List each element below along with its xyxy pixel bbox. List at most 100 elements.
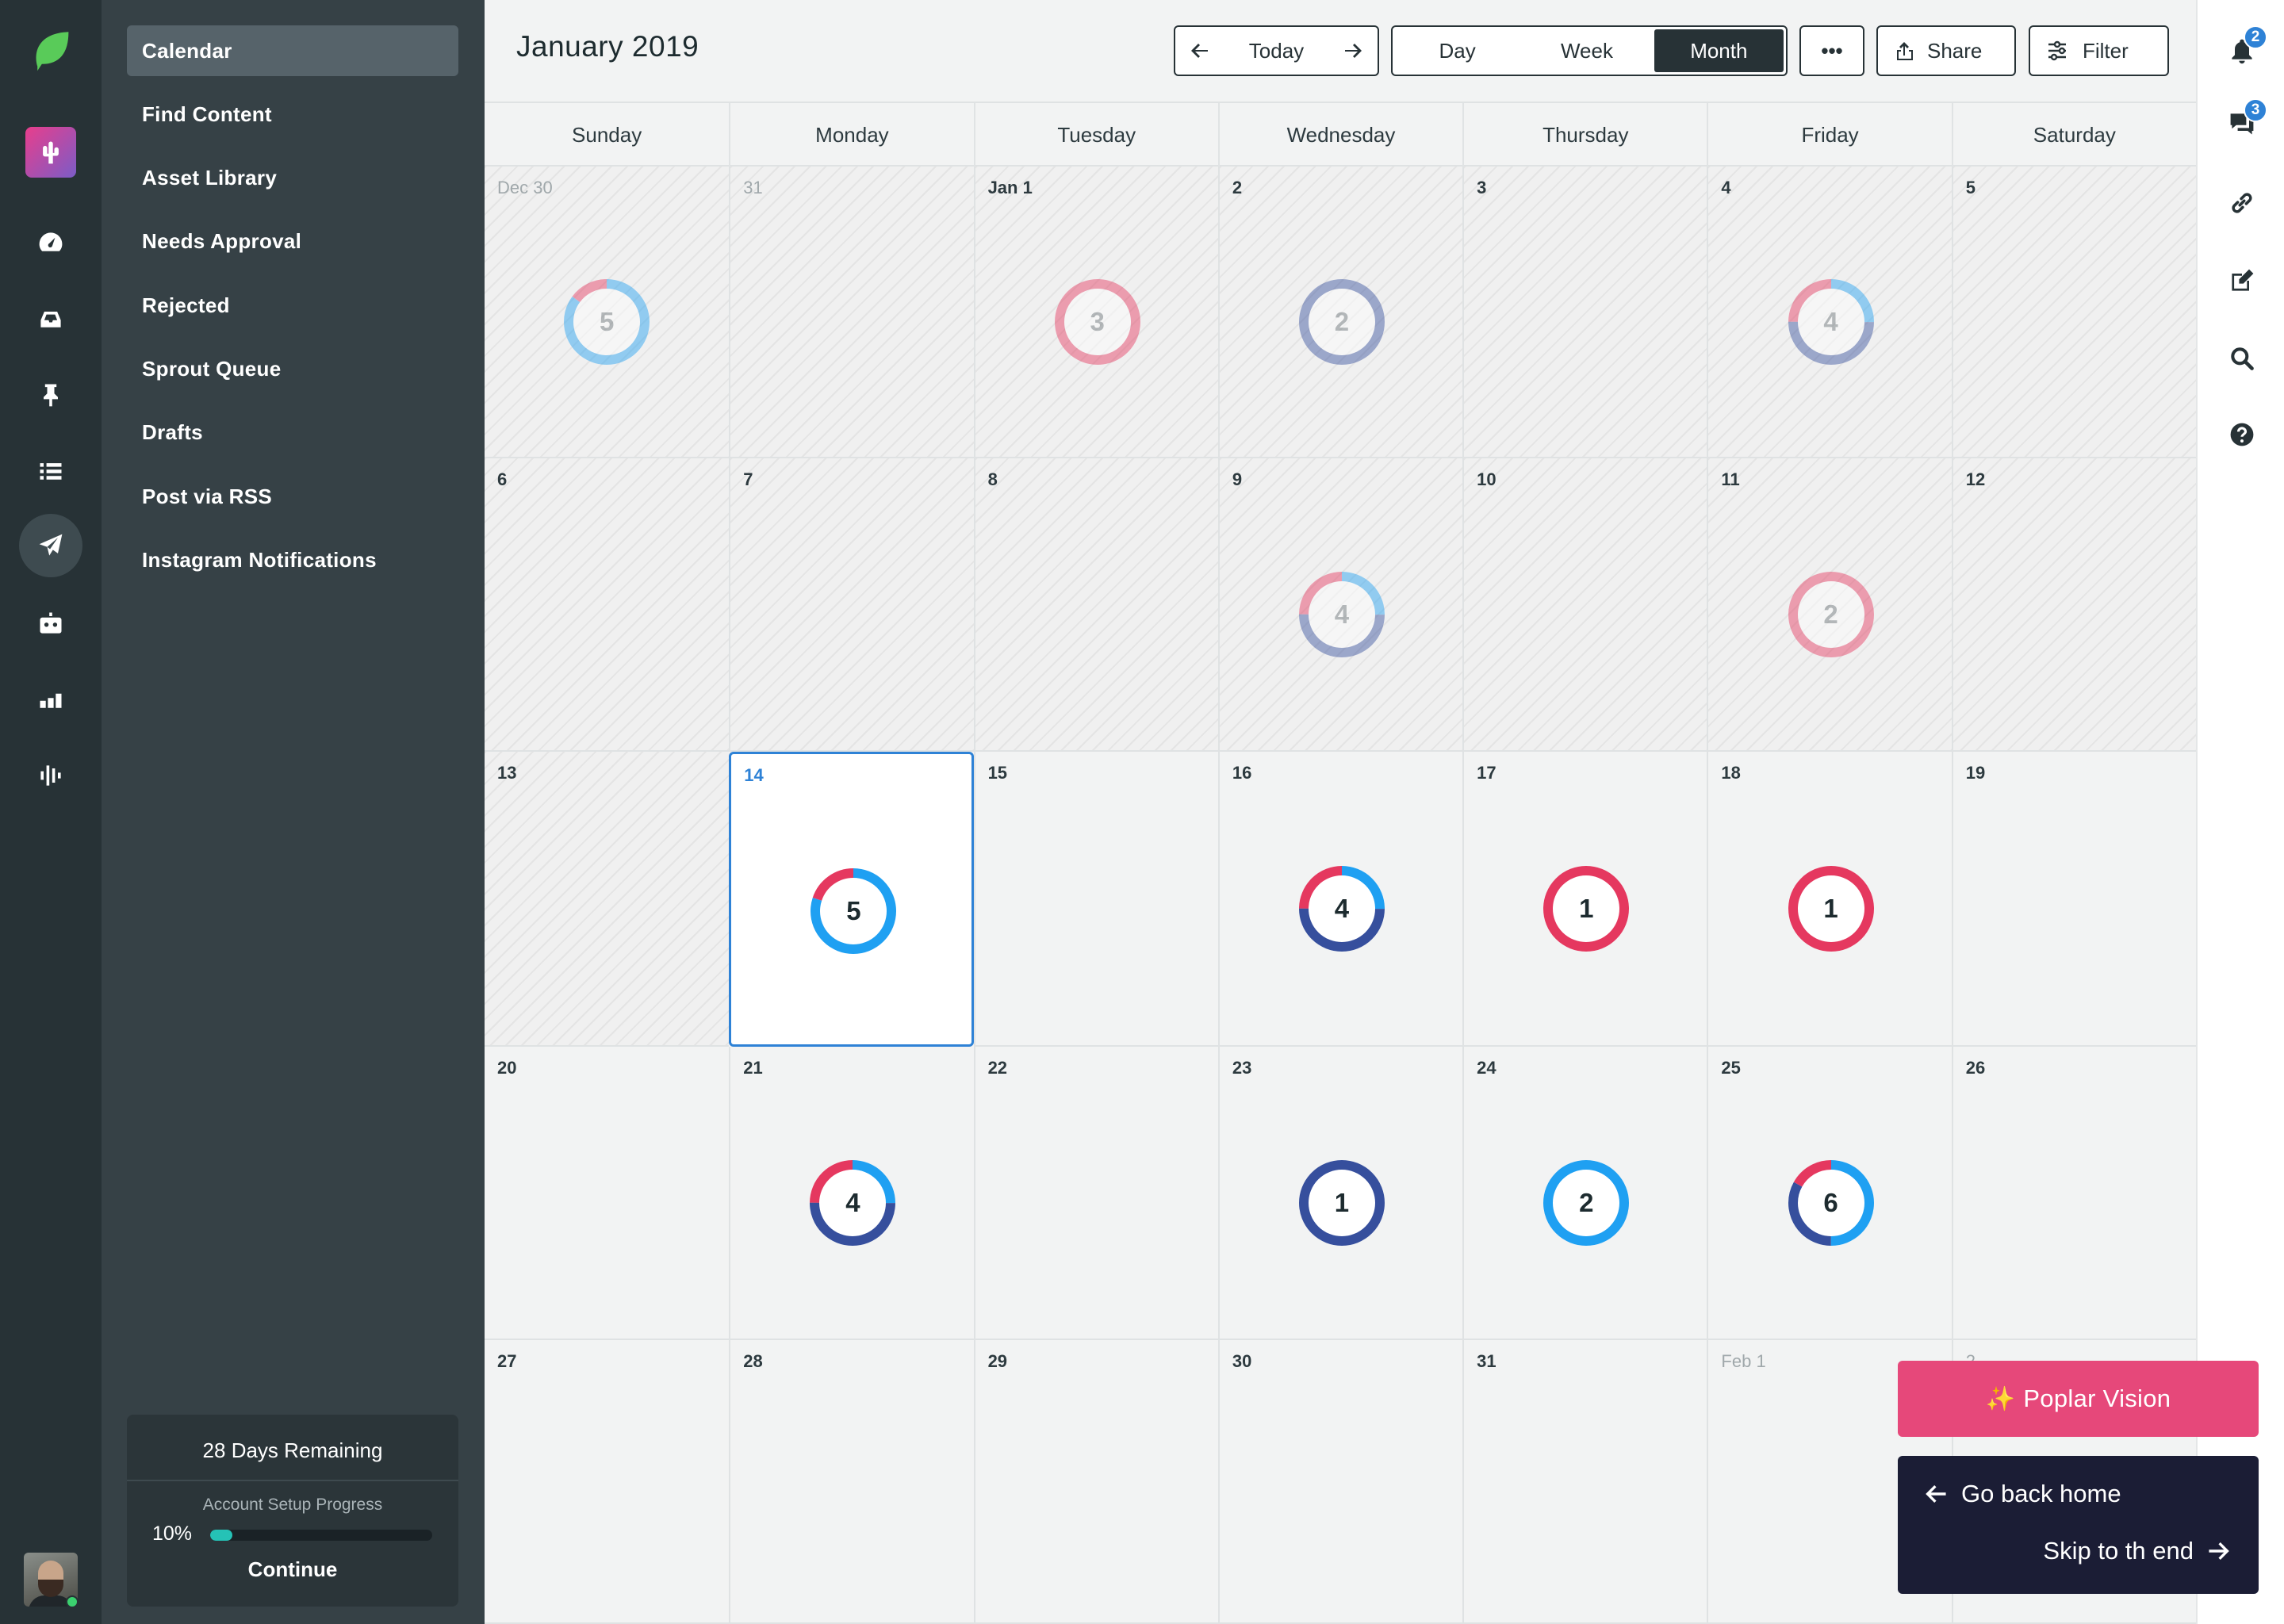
nav-item-post-via-rss[interactable]: Post via RSS (127, 471, 458, 522)
calendar-day-cell[interactable]: 10 (1462, 458, 1707, 752)
share-button[interactable]: Share (1876, 25, 2016, 76)
calendar-day-cell[interactable]: 25 6 (1707, 1047, 1952, 1340)
calendar-day-cell[interactable]: 29 (973, 1340, 1218, 1624)
post-count-ring[interactable]: 2 (1540, 1157, 1632, 1249)
calendar-day-cell[interactable]: 24 2 (1462, 1047, 1707, 1340)
day-number: 14 (744, 765, 764, 785)
today-button[interactable]: Today (1224, 39, 1328, 63)
skip-to-end-button[interactable]: Skip to th end (2043, 1537, 2232, 1565)
setup-progress-percent: 10% (152, 1522, 193, 1545)
view-week-button[interactable]: Week (1522, 27, 1651, 75)
poplar-vision-label: Poplar Vision (2023, 1385, 2171, 1412)
inbox-icon[interactable] (19, 287, 82, 350)
day-number: 30 (1232, 1351, 1252, 1371)
post-count-ring[interactable]: 1 (1296, 1157, 1388, 1249)
calendar-day-cell[interactable]: 12 (1951, 458, 2196, 752)
post-count-ring[interactable]: 2 (1785, 569, 1877, 661)
post-count-ring[interactable]: 5 (561, 276, 653, 368)
weekday-thursday: Thursday (1462, 103, 1707, 167)
day-number: 23 (1232, 1058, 1252, 1078)
search-button[interactable] (2226, 343, 2258, 374)
nav-item-drafts[interactable]: Drafts (127, 408, 458, 458)
list-icon[interactable] (19, 439, 82, 503)
calendar-day-cell[interactable]: 13 (485, 752, 730, 1047)
post-count-ring[interactable]: 3 (1052, 276, 1144, 368)
post-count-ring[interactable]: 2 (1296, 276, 1388, 368)
post-count-ring[interactable]: 4 (1785, 276, 1877, 368)
calendar-day-cell[interactable]: 19 (1951, 752, 2196, 1047)
post-count-ring[interactable]: 1 (1540, 863, 1632, 955)
go-back-home-button[interactable]: Go back home (1923, 1480, 2121, 1508)
poplar-vision-button[interactable]: ✨ Poplar Vision (1898, 1361, 2259, 1437)
post-count: 4 (1334, 894, 1350, 923)
next-button[interactable] (1328, 27, 1378, 75)
post-count-ring[interactable]: 4 (807, 1157, 899, 1249)
calendar-day-cell[interactable]: 14 5 (729, 752, 974, 1047)
post-count-ring[interactable]: 4 (1296, 569, 1388, 661)
post-count: 4 (1823, 307, 1838, 336)
calendar-day-cell[interactable]: 31 (729, 167, 974, 458)
calendar-day-cell[interactable]: 18 1 (1707, 752, 1952, 1047)
filter-button[interactable]: Filter (2029, 25, 2169, 76)
notifications-button[interactable]: 2 (2226, 25, 2267, 67)
post-count-ring[interactable]: 6 (1785, 1157, 1877, 1249)
calendar-day-cell[interactable]: 8 (973, 458, 1218, 752)
calendar-day-cell[interactable]: 26 (1951, 1047, 2196, 1340)
nav-item-calendar[interactable]: Calendar (127, 25, 458, 76)
compose-button[interactable] (2226, 265, 2258, 297)
pin-icon[interactable] (19, 363, 82, 427)
calendar-day-cell[interactable]: 23 1 (1217, 1047, 1463, 1340)
day-number: 4 (1721, 178, 1731, 197)
calendar-day-cell[interactable]: 28 (729, 1340, 974, 1624)
days-remaining: 28 Days Remaining (202, 1438, 383, 1462)
calendar-day-cell[interactable]: 11 2 (1707, 458, 1952, 752)
bot-icon[interactable] (19, 592, 82, 655)
nav-item-find-content[interactable]: Find Content (127, 89, 458, 140)
publishing-icon[interactable] (19, 514, 82, 577)
calendar-day-cell[interactable]: Dec 30 5 (485, 167, 730, 458)
reports-icon[interactable] (19, 668, 82, 731)
nav-item-instagram-notifications[interactable]: Instagram Notifications (127, 534, 458, 585)
previous-button[interactable] (1175, 27, 1224, 75)
listening-icon[interactable] (19, 744, 82, 807)
calendar-day-cell[interactable]: 6 (485, 458, 730, 752)
help-button[interactable] (2226, 419, 2258, 450)
view-switcher: Day Week Month (1391, 25, 1788, 76)
calendar-day-cell[interactable]: 5 (1951, 167, 2196, 458)
cactus-app-icon[interactable] (19, 121, 82, 184)
day-number: Feb 1 (1721, 1351, 1766, 1371)
calendar-day-cell[interactable]: 21 4 (729, 1047, 974, 1340)
continue-button[interactable]: Continue (127, 1557, 458, 1582)
post-count-ring[interactable]: 4 (1296, 863, 1388, 955)
messages-button[interactable]: 3 (2226, 98, 2267, 140)
calendar-day-cell[interactable]: 17 1 (1462, 752, 1707, 1047)
calendar-day-cell[interactable]: 27 (485, 1340, 730, 1624)
calendar-day-cell[interactable]: 22 (1217, 167, 1463, 458)
nav-item-asset-library[interactable]: Asset Library (127, 153, 458, 204)
calendar-day-cell[interactable]: 22 (973, 1047, 1218, 1340)
nav-item-needs-approval[interactable]: Needs Approval (127, 216, 458, 267)
calendar-day-cell[interactable]: 3 (1462, 167, 1707, 458)
calendar-day-cell[interactable]: Jan 1 3 (973, 167, 1218, 458)
post-count-ring[interactable]: 5 (807, 865, 899, 957)
more-options-button[interactable]: ••• (1799, 25, 1864, 76)
nav-item-rejected[interactable]: Rejected (127, 280, 458, 331)
nav-item-sprout-queue[interactable]: Sprout Queue (127, 344, 458, 395)
calendar-day-cell[interactable]: 94 (1217, 458, 1463, 752)
calendar-day-cell[interactable]: 16 4 (1217, 752, 1463, 1047)
post-count: 2 (1579, 1188, 1594, 1217)
calendar-day-cell[interactable]: 7 (729, 458, 974, 752)
day-number: 21 (743, 1058, 763, 1078)
view-month-button[interactable]: Month (1654, 29, 1784, 72)
view-day-button[interactable]: Day (1393, 27, 1522, 75)
calendar-day-cell[interactable]: 15 (973, 752, 1218, 1047)
link-button[interactable] (2226, 187, 2258, 219)
calendar-day-cell[interactable]: 30 (1217, 1340, 1463, 1624)
calendar-day-cell[interactable]: 31 (1462, 1340, 1707, 1624)
dashboard-icon[interactable] (19, 211, 82, 274)
day-number: 6 (497, 469, 508, 489)
sprout-logo-icon[interactable] (19, 19, 82, 82)
calendar-day-cell[interactable]: 20 (485, 1047, 730, 1340)
calendar-day-cell[interactable]: 44 (1707, 167, 1952, 458)
post-count-ring[interactable]: 1 (1785, 863, 1877, 955)
